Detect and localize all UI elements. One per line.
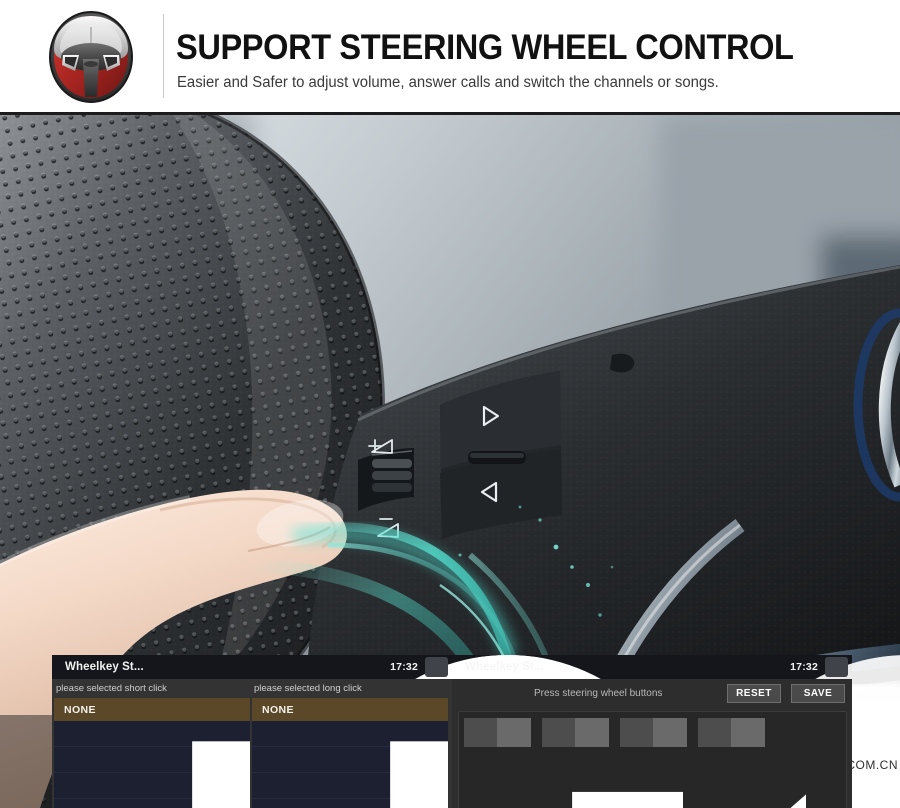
status-bar-right: Wheelkey St... 17:32: [452, 655, 900, 808]
save-button[interactable]: SAVE: [791, 684, 845, 703]
status-bar-left-system-icons: 17:32: [383, 655, 900, 808]
status-bar-left: Wheelkey St... 17:32: [52, 655, 900, 808]
dialog-columns: please selected short click NONE please …: [52, 679, 452, 808]
android-status-bar: Wheelkey St... 17:32 Wheelkey St... 17:3…: [52, 655, 900, 808]
next-track-icon: [609, 791, 636, 808]
page-title: SUPPORT STEERING WHEEL CONTROL: [176, 28, 794, 67]
steering-wheel-logo: [27, 9, 155, 105]
header-banner: SUPPORT STEERING WHEEL CONTROL Easier an…: [0, 0, 900, 115]
key-assign-dialog: please selected short click NONE please …: [52, 679, 452, 808]
android-app-body: please selected short click NONE please …: [52, 679, 852, 808]
learned-keys-row: [464, 718, 806, 808]
volume-down-icon: [252, 698, 448, 808]
key-slot-next-track[interactable]: [609, 718, 765, 808]
steering-wheel-logo-icon: [49, 11, 133, 103]
page-subtitle: Easier and Safer to adjust volume, answe…: [177, 74, 719, 91]
short-click-column: please selected short click NONE: [54, 679, 250, 808]
long-click-list[interactable]: NONE: [252, 698, 448, 808]
short-click-list[interactable]: NONE: [54, 698, 250, 808]
steering-wheel-photo: Wheelkey St... 17:32 Wheelkey St... 17:3…: [0, 115, 900, 808]
long-click-column: please selected long click NONE: [252, 679, 448, 808]
page-root: SUPPORT STEERING WHEEL CONTROL Easier an…: [0, 0, 900, 808]
status-bar-right-system-icons: 17:32: [783, 655, 900, 808]
android-ui-overlay: Wheelkey St... 17:32 Wheelkey St... 17:3…: [52, 655, 900, 808]
learned-keys-area: [458, 711, 847, 808]
key-icon-cell: [609, 718, 731, 808]
long-click-hint: please selected long click: [254, 683, 362, 694]
volume-down-icon: [54, 698, 250, 808]
reset-button[interactable]: RESET: [727, 684, 781, 703]
pane-toolbar: Press steering wheel buttons RESET SAVE: [452, 679, 852, 709]
pane-hint: Press steering wheel buttons: [534, 688, 663, 699]
header-divider: [163, 14, 164, 98]
steering-wheel-learn-pane: Press steering wheel buttons RESET SAVE: [452, 679, 852, 808]
watermark: COM.CN: [846, 758, 898, 772]
short-click-hint: please selected short click: [56, 683, 167, 694]
